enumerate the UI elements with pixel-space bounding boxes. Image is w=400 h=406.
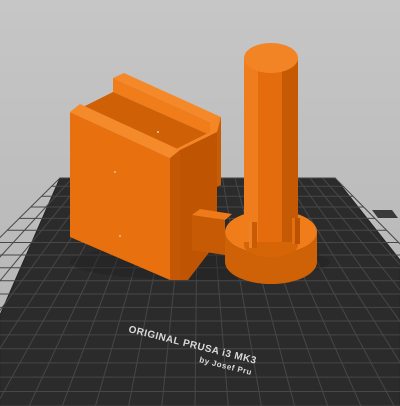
3d-viewport[interactable]: ORIGINAL PRUSA i3 MK3 by Josef Pru xyxy=(0,0,400,406)
cylinder-post-model[interactable] xyxy=(225,43,317,284)
